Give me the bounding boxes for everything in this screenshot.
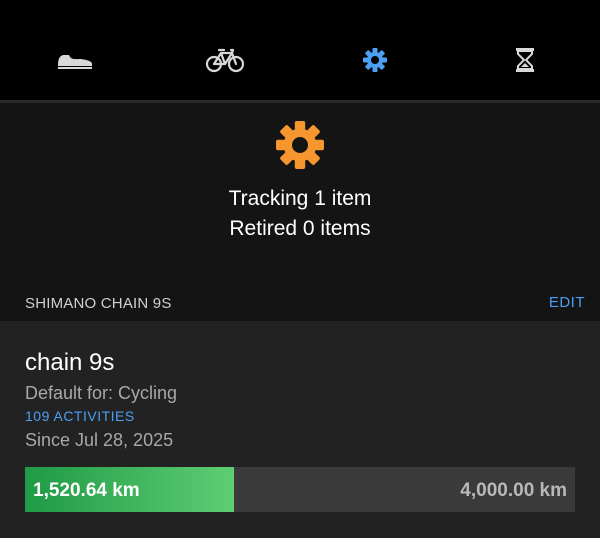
item-default-for: Default for: Cycling [25,383,178,403]
tab-shoes[interactable] [0,0,150,100]
tab-gear[interactable] [300,0,450,103]
tab-history[interactable] [450,0,600,100]
gear-icon [363,48,387,72]
top-tab-bar [0,0,600,103]
distance-progress-bar: 1,520.64 km 4,000.00 km [25,467,575,512]
tab-bikes[interactable] [150,0,300,100]
hourglass-icon [516,48,534,72]
retired-count: Retired 0 items [229,217,371,240]
section-title: SHIMANO CHAIN 9S [25,295,172,312]
edit-button[interactable]: EDIT [549,294,585,311]
item-since-date: Since Jul 28, 2025 [25,430,174,450]
tracking-count: Tracking 1 item [228,187,372,210]
gear-icon [276,121,324,169]
section-header: SHIMANO CHAIN 9S EDIT [0,285,600,321]
activities-link[interactable]: 109 ACTIVITIES [25,408,135,424]
gear-item-card[interactable]: chain 9s Default for: Cycling 109 ACTIVI… [0,321,600,538]
bicycle-icon [206,48,244,73]
distance-current: 1,520.64 km [33,480,140,501]
item-name: chain 9s [25,349,115,376]
tracking-summary: Tracking 1 item Retired 0 items [0,103,600,283]
shoe-icon [58,54,92,69]
distance-goal: 4,000.00 km [460,480,567,501]
